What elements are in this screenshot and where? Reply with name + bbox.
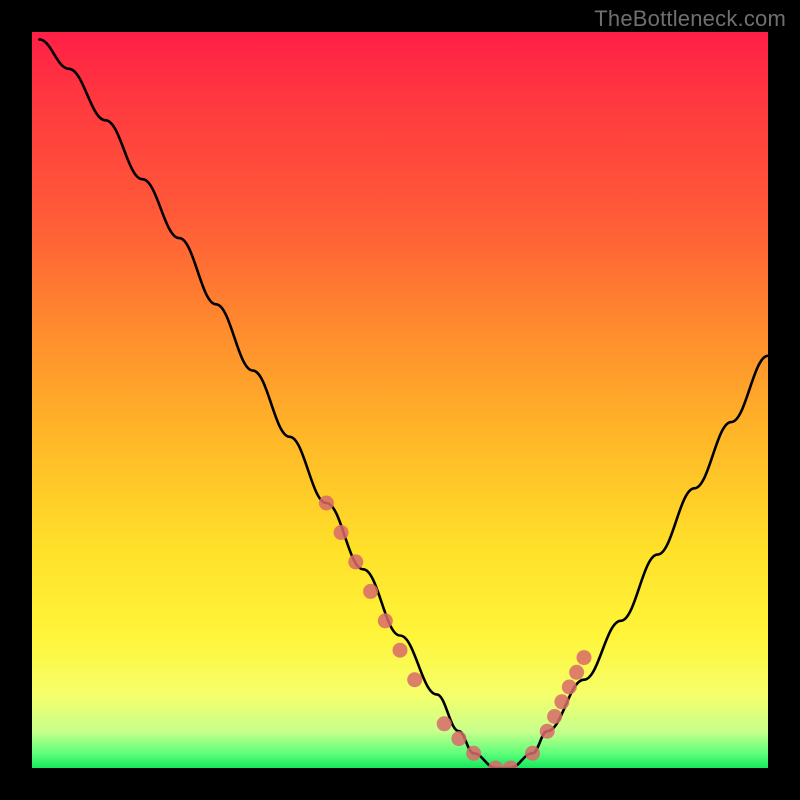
bottleneck-curve [39, 39, 768, 768]
marker-dot [488, 761, 503, 769]
watermark-text: TheBottleneck.com [594, 6, 786, 32]
marker-dot [569, 665, 584, 680]
marker-dot [451, 731, 466, 746]
plot-area [32, 32, 768, 768]
marker-dot [540, 724, 555, 739]
marker-dot [503, 761, 518, 769]
marker-dot [334, 525, 349, 540]
marker-dot [319, 496, 334, 511]
marker-dot [393, 643, 408, 658]
curve-group [39, 39, 768, 768]
marker-dot [437, 716, 452, 731]
marker-dot [378, 613, 393, 628]
marker-dot [562, 680, 577, 695]
marker-dot [363, 584, 378, 599]
marker-dot [577, 650, 592, 665]
marker-dot [348, 554, 363, 569]
chart-svg [32, 32, 768, 768]
marker-dot [554, 694, 569, 709]
chart-frame: TheBottleneck.com [0, 0, 800, 800]
marker-dot [466, 746, 481, 761]
marker-dot [547, 709, 562, 724]
marker-dot [407, 672, 422, 687]
marker-dot [525, 746, 540, 761]
